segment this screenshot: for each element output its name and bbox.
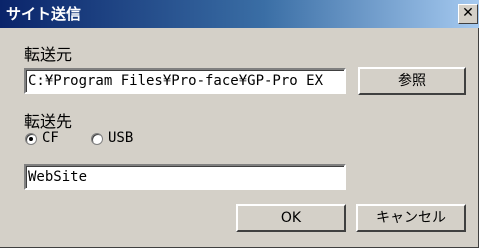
- title-bar[interactable]: サイト送信 ✕: [0, 0, 479, 28]
- destination-label: 転送先: [24, 112, 73, 131]
- site-transfer-dialog: サイト送信 ✕ 転送元 C:¥Program Files¥Pro-face¥GP…: [0, 0, 479, 248]
- window-title: サイト送信: [6, 5, 82, 23]
- radio-cf-label[interactable]: CF: [42, 130, 59, 146]
- source-label: 転送元: [24, 45, 73, 64]
- radio-usb[interactable]: [91, 133, 103, 145]
- site-name-field[interactable]: WebSite: [24, 164, 346, 190]
- cancel-button[interactable]: キャンセル: [356, 204, 466, 232]
- browse-button[interactable]: 参照: [358, 67, 466, 95]
- ok-button[interactable]: OK: [236, 204, 346, 232]
- close-icon: ✕: [462, 5, 474, 21]
- radio-usb-label[interactable]: USB: [108, 130, 133, 146]
- close-button[interactable]: ✕: [458, 4, 478, 24]
- source-path-field[interactable]: C:¥Program Files¥Pro-face¥GP-Pro EX: [24, 68, 346, 94]
- radio-selected-dot: [29, 137, 33, 141]
- radio-cf[interactable]: [25, 133, 37, 145]
